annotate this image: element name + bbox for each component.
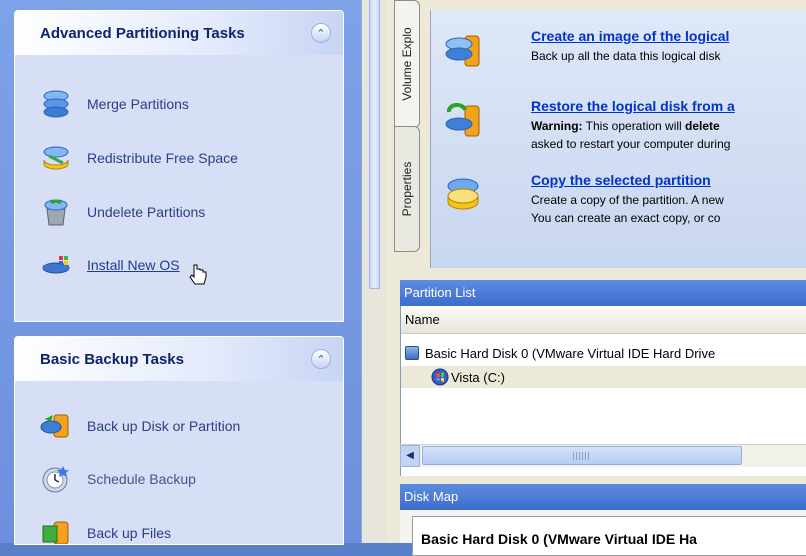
task-redistribute-free-space[interactable]: Redistribute Free Space <box>39 140 238 176</box>
hard-disk-icon <box>405 346 419 360</box>
task-back-up-disk[interactable]: Back up Disk or Partition <box>39 408 240 444</box>
operation-description: asked to restart your computer during <box>531 137 731 151</box>
copy-partition-icon <box>447 178 479 210</box>
backup-files-icon <box>42 521 69 544</box>
tab-properties[interactable]: Properties <box>394 126 420 252</box>
task-merge-partitions[interactable]: Merge Partitions <box>39 86 189 122</box>
backup-disk-icon <box>40 414 69 438</box>
merge-partitions-icon <box>43 90 69 118</box>
operation-description: Warning: This operation will delete <box>531 119 720 133</box>
column-header-name[interactable]: Name <box>401 306 806 334</box>
panel-title: Basic Backup Tasks <box>40 351 184 368</box>
thumb-grip <box>573 452 591 460</box>
task-label: Schedule Backup <box>87 471 196 487</box>
advanced-partitioning-panel: Advanced Partitioning Tasks ⌃ Merge Part… <box>14 10 344 322</box>
splitter-grip[interactable] <box>369 0 380 289</box>
operation-description: Back up all the data this logical disk <box>531 49 721 63</box>
task-pane: Advanced Partitioning Tasks ⌃ Merge Part… <box>0 0 361 545</box>
partition-row-volume[interactable]: Vista (C:) <box>401 366 806 388</box>
main-area: Volume Explo Properties Create an image … <box>386 0 806 556</box>
scroll-left-icon[interactable]: ◀ <box>400 445 420 467</box>
install-os-icon <box>42 256 70 274</box>
operation-title-link[interactable]: Restore the logical disk from a <box>531 98 735 114</box>
scrollbar-thumb[interactable] <box>422 446 742 465</box>
disk-map-disk[interactable]: Basic Hard Disk 0 (VMware Virtual IDE Ha <box>412 516 806 556</box>
tab-label: Volume Explo <box>400 27 414 101</box>
redistribute-space-icon <box>43 146 69 170</box>
panel-header[interactable]: Advanced Partitioning Tasks ⌃ <box>15 11 343 55</box>
disk-map-header: Disk Map <box>400 484 806 510</box>
schedule-backup-icon <box>42 466 69 493</box>
collapse-chevron-icon[interactable]: ⌃ <box>311 23 331 43</box>
task-undelete-partitions[interactable]: Undelete Partitions <box>39 194 205 230</box>
task-label: Undelete Partitions <box>87 204 206 220</box>
partition-list-header: Partition List <box>400 280 806 306</box>
restore-disk-icon <box>445 102 480 137</box>
warning-label: Warning: <box>531 119 583 133</box>
warning-emphasis: delete <box>685 119 720 133</box>
operation-title-link[interactable]: Create an image of the logical <box>531 28 729 44</box>
volume-name: Vista (C:) <box>451 369 505 385</box>
task-label: Redistribute Free Space <box>87 150 238 166</box>
task-label: Merge Partitions <box>87 96 189 112</box>
operation-title-link[interactable]: Copy the selected partition <box>531 172 711 188</box>
panel-header[interactable]: Basic Backup Tasks ⌃ <box>15 337 343 381</box>
vertical-tabs: Volume Explo Properties <box>386 0 430 268</box>
operations-panel: Create an image of the logical Back up a… <box>430 10 806 268</box>
basic-backup-panel: Basic Backup Tasks ⌃ Back up Disk or Par… <box>14 336 344 545</box>
disk-map: Basic Hard Disk 0 (VMware Virtual IDE Ha <box>400 510 806 556</box>
tab-volume-explorer[interactable]: Volume Explo <box>394 0 420 128</box>
disk-name: Basic Hard Disk 0 (VMware Virtual IDE Ha… <box>425 345 716 361</box>
tab-label: Properties <box>400 161 414 217</box>
windows-volume-icon <box>431 368 449 386</box>
operation-restore-disk[interactable]: Restore the logical disk from a Warning:… <box>441 98 806 158</box>
pane-splitter[interactable] <box>361 0 386 543</box>
install-new-os-link[interactable]: Install New OS <box>87 257 180 273</box>
hand-cursor-icon <box>189 264 207 285</box>
operation-copy-partition[interactable]: Copy the selected partition Create a cop… <box>441 172 806 242</box>
task-schedule-backup[interactable]: Schedule Backup <box>39 461 196 497</box>
task-back-up-files[interactable]: Back up Files <box>39 515 172 544</box>
operation-description: You can create an exact copy, or co <box>531 211 721 225</box>
horizontal-scrollbar[interactable]: ◀ <box>400 444 806 467</box>
operation-description: Create a copy of the partition. A new <box>531 193 724 207</box>
undelete-partitions-icon <box>44 199 68 226</box>
collapse-chevron-icon[interactable]: ⌃ <box>311 349 331 369</box>
disk-image-icon <box>445 35 480 67</box>
task-label: Back up Disk or Partition <box>87 418 241 434</box>
panel-title: Advanced Partitioning Tasks <box>40 25 245 42</box>
partition-row-disk[interactable]: Basic Hard Disk 0 (VMware Virtual IDE Ha… <box>405 342 715 364</box>
task-label: Back up Files <box>87 525 172 541</box>
operation-create-image[interactable]: Create an image of the logical Back up a… <box>441 28 806 88</box>
task-install-new-os[interactable]: Install New OS <box>39 247 207 285</box>
warning-text: This operation will <box>582 119 686 133</box>
